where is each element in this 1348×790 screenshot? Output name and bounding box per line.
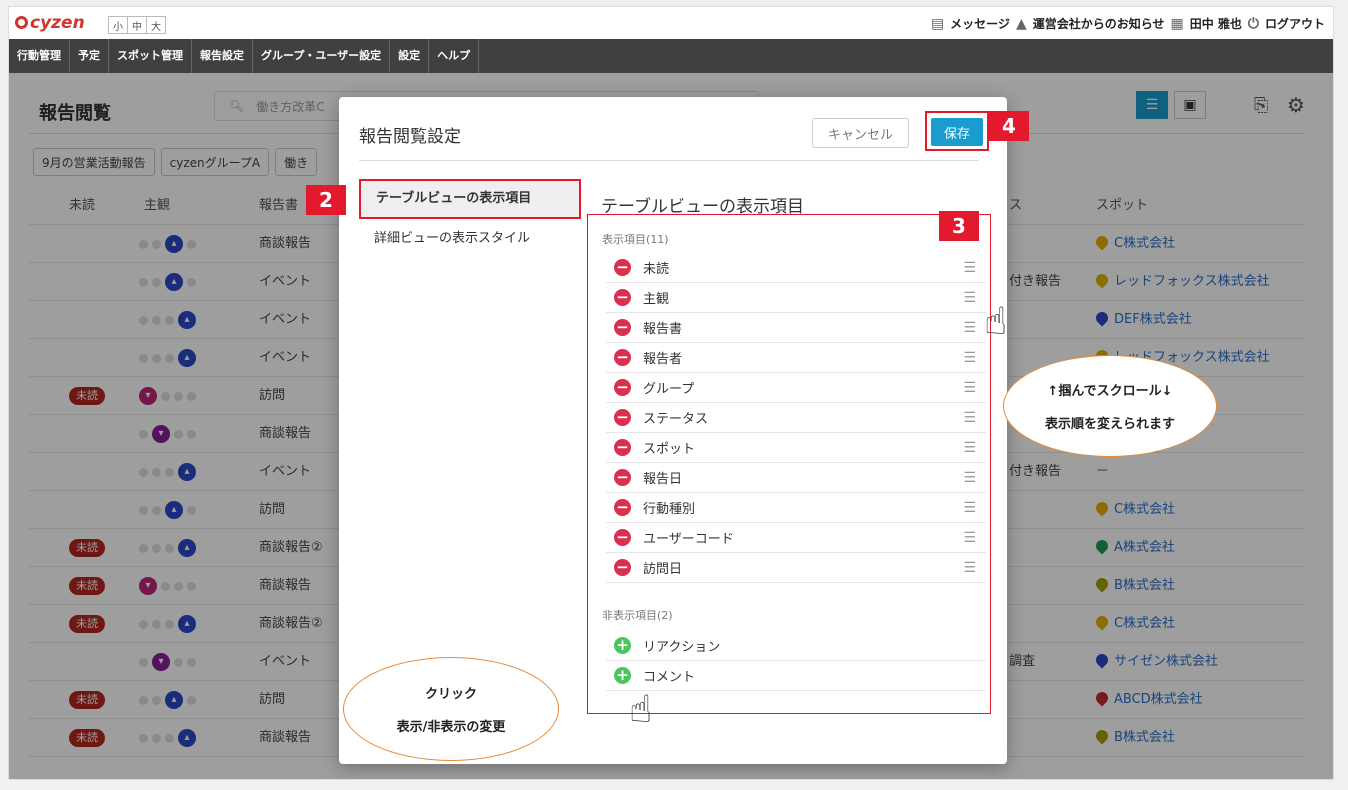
modal-divider: [359, 160, 979, 161]
hidden-column-item[interactable]: + リアクション: [606, 631, 986, 661]
remove-column-icon[interactable]: −: [614, 259, 631, 276]
save-button[interactable]: 保存: [931, 118, 983, 146]
top-right-links: ▤ メッセージ ▲ 運営会社からのお知らせ ▦ 田中 雅也 ⏻ ログアウト: [931, 15, 1325, 32]
power-icon: ⏻: [1247, 15, 1259, 32]
column-name: 主観: [643, 292, 670, 307]
top-bar: cyzen 小 中 大 ▤ メッセージ ▲ 運営会社からのお知らせ ▦ 田中 雅…: [9, 7, 1333, 39]
hand-pointer-icon: ☝: [984, 299, 1008, 343]
nav-item-report-settings[interactable]: 報告設定: [192, 39, 253, 73]
remove-column-icon[interactable]: −: [614, 439, 631, 456]
save-highlight: 保存: [925, 111, 989, 151]
shown-label: 表示項目(11): [602, 233, 669, 246]
font-size-switcher: 小 中 大: [108, 16, 166, 34]
step-badge-2: 2: [306, 185, 346, 215]
remove-column-icon[interactable]: −: [614, 529, 631, 546]
main-nav: 行動管理 予定 スポット管理 報告設定 グループ・ユーザー設定 設定 ヘルプ: [9, 39, 1333, 73]
click-callout: クリック 表示/非表示の変更: [343, 657, 559, 761]
drag-handle-icon[interactable]: ☰: [963, 261, 976, 275]
hand-pointer-icon: ☝: [629, 687, 653, 731]
shown-column-item[interactable]: − 報告書 ☰: [606, 313, 986, 343]
add-column-icon[interactable]: +: [614, 637, 631, 654]
user-name[interactable]: 田中 雅也: [1190, 15, 1242, 32]
building-icon: ▦: [1170, 15, 1184, 32]
column-name: 訪問日: [643, 562, 683, 577]
drag-callout: ↑掴んでスクロール↓ 表示順を変えられます: [1003, 355, 1217, 457]
drag-handle-icon[interactable]: ☰: [963, 471, 976, 485]
nav-item-group-user[interactable]: グループ・ユーザー設定: [253, 39, 391, 73]
drag-handle-icon[interactable]: ☰: [963, 291, 976, 305]
shown-column-item[interactable]: − スポット ☰: [606, 433, 986, 463]
add-column-icon[interactable]: +: [614, 667, 631, 684]
drag-handle-icon[interactable]: ☰: [963, 441, 976, 455]
column-name: 報告者: [643, 352, 683, 367]
column-list-box: 表示項目(11) 非表示項目(2) − 未読 ☰ − 主観 ☰ − 報告書 ☰ − 報告者 ☰ − グルー…: [587, 214, 991, 714]
remove-column-icon[interactable]: −: [614, 469, 631, 486]
column-name: リアクション: [643, 640, 721, 655]
drag-handle-icon[interactable]: ☰: [963, 501, 976, 515]
click-callout-line2: 表示/非表示の変更: [396, 720, 506, 735]
shown-column-item[interactable]: − 報告日 ☰: [606, 463, 986, 493]
column-name: ユーザーコード: [643, 532, 734, 547]
drag-handle-icon[interactable]: ☰: [963, 321, 976, 335]
remove-column-icon[interactable]: −: [614, 379, 631, 396]
shown-column-item[interactable]: − 訪問日 ☰: [606, 553, 986, 583]
modal-title: 報告閲覧設定: [359, 127, 461, 147]
drag-callout-line1: ↑掴んでスクロール↓: [1047, 384, 1173, 399]
shown-column-item[interactable]: − 未読 ☰: [606, 253, 986, 283]
remove-column-icon[interactable]: −: [614, 409, 631, 426]
app-frame: cyzen 小 中 大 ▤ メッセージ ▲ 運営会社からのお知らせ ▦ 田中 雅…: [8, 6, 1334, 780]
nav-item-settings[interactable]: 設定: [390, 39, 430, 73]
hidden-label: 非表示項目(2): [602, 609, 673, 622]
remove-column-icon[interactable]: −: [614, 319, 631, 336]
click-callout-line1: クリック: [424, 687, 477, 702]
column-name: コメント: [643, 670, 696, 685]
drag-handle-icon[interactable]: ☰: [963, 381, 976, 395]
step-badge-3: 3: [939, 211, 979, 241]
font-size-medium-button[interactable]: 中: [127, 16, 147, 34]
nav-item-help[interactable]: ヘルプ: [429, 39, 480, 73]
shown-column-item[interactable]: − 行動種別 ☰: [606, 493, 986, 523]
hidden-column-item[interactable]: + コメント: [606, 661, 986, 691]
nav-item-schedule[interactable]: 予定: [70, 39, 109, 73]
shown-column-item[interactable]: − グループ ☰: [606, 373, 986, 403]
logout-link[interactable]: ログアウト: [1265, 15, 1325, 32]
side-item-table-view[interactable]: テーブルビューの表示項目: [359, 179, 581, 219]
remove-column-icon[interactable]: −: [614, 289, 631, 306]
column-name: ステータス: [643, 412, 709, 427]
drag-handle-icon[interactable]: ☰: [963, 351, 976, 365]
message-link[interactable]: メッセージ: [950, 15, 1010, 32]
font-size-large-button[interactable]: 大: [146, 16, 166, 34]
nav-item-spot[interactable]: スポット管理: [109, 39, 192, 73]
column-name: スポット: [643, 442, 696, 457]
notice-link[interactable]: 運営会社からのお知らせ: [1033, 15, 1165, 32]
column-name: 報告日: [643, 472, 683, 487]
remove-column-icon[interactable]: −: [614, 499, 631, 516]
drag-handle-icon[interactable]: ☰: [963, 561, 976, 575]
drag-callout-line2: 表示順を変えられます: [1044, 417, 1175, 432]
cyzen-logo[interactable]: cyzen: [15, 13, 85, 33]
drag-handle-icon[interactable]: ☰: [963, 411, 976, 425]
nav-item-activity[interactable]: 行動管理: [9, 39, 70, 73]
shown-column-item[interactable]: − 主観 ☰: [606, 283, 986, 313]
cancel-button[interactable]: キャンセル: [812, 118, 909, 148]
column-name: 行動種別: [643, 502, 696, 517]
side-item-detail-view[interactable]: 詳細ビューの表示スタイル: [359, 219, 581, 259]
message-icon: ▤: [930, 15, 945, 32]
column-name: 未読: [643, 262, 670, 277]
shown-column-item[interactable]: − ステータス ☰: [606, 403, 986, 433]
column-name: グループ: [643, 382, 695, 397]
step-badge-4: 4: [989, 111, 1029, 141]
shown-column-item[interactable]: − 報告者 ☰: [606, 343, 986, 373]
column-name: 報告書: [643, 322, 683, 337]
remove-column-icon[interactable]: −: [614, 349, 631, 366]
shown-column-item[interactable]: − ユーザーコード ☰: [606, 523, 986, 553]
remove-column-icon[interactable]: −: [614, 559, 631, 576]
font-size-small-button[interactable]: 小: [108, 16, 128, 34]
drag-handle-icon[interactable]: ☰: [963, 531, 976, 545]
bell-icon: ▲: [1015, 15, 1027, 32]
